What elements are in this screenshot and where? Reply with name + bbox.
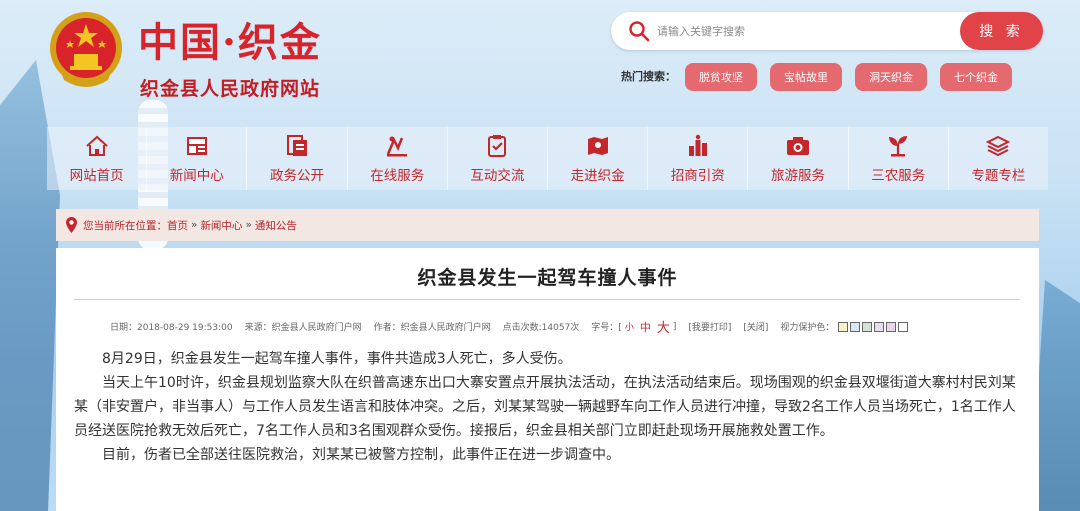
hot-search-label: 热门搜索： [621, 70, 676, 83]
nav-label: 三农服务 [871, 167, 926, 184]
nav-item-interaction[interactable]: 互动交流 [448, 127, 549, 190]
nav-label: 招商引资 [670, 167, 725, 184]
service-icon [387, 136, 408, 156]
map-icon [587, 136, 608, 155]
breadcrumb-separator: » [245, 219, 252, 231]
color-swatches [838, 321, 909, 332]
hot-tag-dongtian[interactable]: 洞天织金 [855, 63, 927, 91]
breadcrumb-home[interactable]: 首页 [167, 218, 188, 233]
hot-search-tags: 脱贫攻坚 宝帖故里 洞天织金 七个织金 [685, 63, 1012, 91]
article: 织金县发生一起驾车撞人事件 日期：2018-08-29 19:53:00 来源：… [56, 248, 1039, 511]
search-button[interactable]: 搜 索 [960, 12, 1043, 50]
nav-item-online-service[interactable]: 在线服务 [348, 127, 448, 190]
home-icon [85, 135, 108, 156]
breadcrumb-separator: » [191, 219, 198, 231]
swatch-lavender[interactable] [874, 321, 885, 332]
nav-label: 互动交流 [470, 167, 525, 184]
swatch-blue[interactable] [850, 321, 861, 332]
font-size-medium[interactable]: 中 [640, 319, 651, 335]
search-box: 搜 索 [611, 12, 1043, 50]
font-size-label: 字号：[ [591, 323, 622, 333]
breadcrumb-news[interactable]: 新闻中心 [200, 218, 242, 233]
hot-tag-poverty[interactable]: 脱贫攻坚 [685, 63, 757, 91]
document-icon [287, 134, 307, 156]
breadcrumb: 您当前所在位置： 首页 » 新闻中心 » 通知公告 [56, 209, 1039, 241]
newspaper-icon [186, 136, 207, 155]
search-icon [629, 21, 650, 42]
nav-item-investment[interactable]: 招商引资 [648, 127, 749, 190]
swatch-green[interactable] [862, 321, 873, 332]
camera-icon [787, 136, 810, 155]
swatch-pink[interactable] [886, 321, 897, 332]
checklist-icon [488, 134, 507, 157]
location-pin-icon [66, 217, 77, 233]
breadcrumb-notices[interactable]: 通知公告 [255, 218, 297, 233]
font-size-small[interactable]: 小 [625, 320, 634, 333]
hot-tag-qige[interactable]: 七个织金 [940, 63, 1012, 91]
font-size-large[interactable]: 大 [657, 317, 670, 336]
site-subtitle: 织金县人民政府网站 [140, 78, 321, 100]
close-link[interactable]: [关闭] [743, 320, 768, 333]
nav-item-government[interactable]: 政务公开 [247, 127, 348, 190]
nav-item-about[interactable]: 走进织金 [548, 127, 649, 190]
divider [74, 299, 1020, 300]
meta-author: 作者：织金县人民政府门户网 [373, 323, 491, 333]
paragraph: 8月29日，织金县发生一起驾车撞人事件，事件共造成3人死亡，多人受伤。 [102, 351, 572, 367]
article-meta: 日期：2018-08-29 19:53:00 来源：织金县人民政府门户网 作者：… [110, 317, 909, 336]
nav-item-news[interactable]: 新闻中心 [147, 127, 248, 190]
nav-label: 网站首页 [69, 167, 124, 184]
meta-date: 日期：2018-08-29 19:53:00 [110, 323, 233, 333]
nav-label: 政务公开 [270, 167, 324, 184]
font-size-close: ] [672, 321, 677, 332]
coins-icon [688, 134, 707, 156]
nav-label: 在线服务 [370, 167, 425, 184]
swatch-yellow[interactable] [838, 321, 849, 332]
national-emblem-icon [50, 12, 122, 87]
nav-label: 走进织金 [570, 167, 625, 184]
nav-label: 专题专栏 [971, 167, 1026, 184]
breadcrumb-prefix: 您当前所在位置： [83, 219, 167, 232]
eye-protection-label: 视力保护色： [780, 323, 835, 333]
nav-item-tourism[interactable]: 旅游服务 [748, 127, 849, 190]
sprout-icon [889, 135, 908, 156]
paragraph: 目前，伤者已全部送往医院救治，刘某某已被警方控制，此事件正在进一步调查中。 [102, 447, 620, 463]
nav-item-special[interactable]: 专题专栏 [949, 127, 1048, 190]
nav-label: 新闻中心 [169, 167, 224, 184]
meta-hits: 点击次数:14057次 [502, 323, 580, 333]
layers-icon [986, 135, 1011, 156]
hot-tag-baotie[interactable]: 宝帖故里 [770, 63, 842, 91]
meta-source: 来源：织金县人民政府门户网 [244, 323, 362, 333]
swatch-white[interactable] [898, 321, 909, 332]
nav-label: 旅游服务 [771, 167, 826, 184]
nav-item-home[interactable]: 网站首页 [47, 127, 148, 190]
article-title: 织金县发生一起驾车撞人事件 [417, 267, 678, 289]
search-input[interactable] [657, 20, 947, 42]
main-nav: 网站首页 新闻中心 政务公开 在线服务 互动交流 走进织金 招商引资 旅游服务 … [47, 127, 1048, 190]
print-link[interactable]: [我要打印] [688, 320, 731, 333]
nav-item-agriculture[interactable]: 三农服务 [849, 127, 949, 190]
site-title: 中国·织金 [138, 19, 322, 66]
article-body: 8月29日，织金县发生一起驾车撞人事件，事件共造成3人死亡，多人受伤。 当天上午… [74, 347, 1020, 467]
paragraph: 当天上午10时许，织金县规划监察大队在织普高速东出口大寨安置点开展执法活动，在执… [74, 375, 1016, 439]
